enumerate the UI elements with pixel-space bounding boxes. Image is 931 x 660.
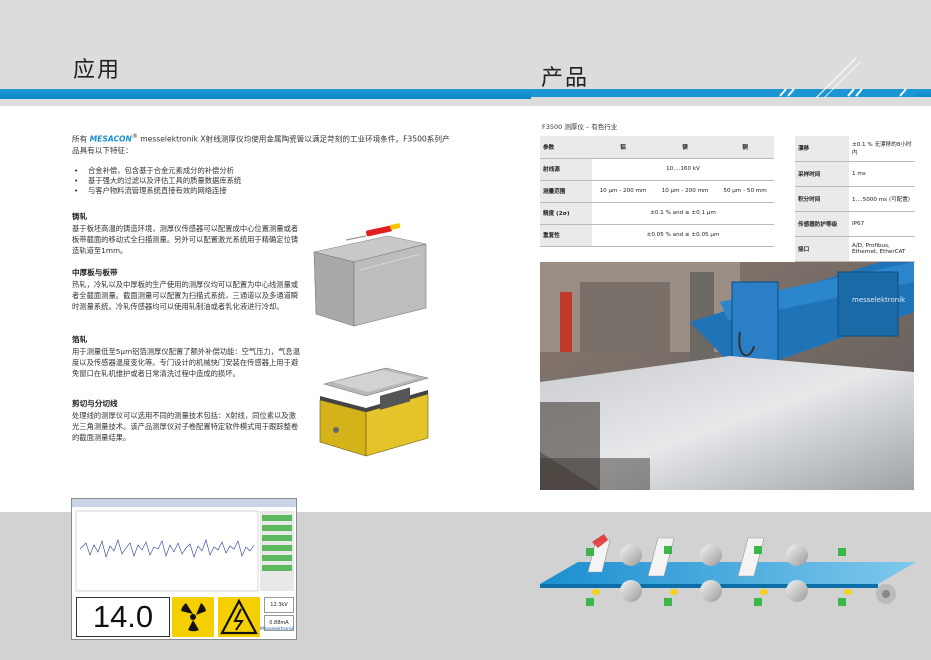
intro-prefix: 所有 xyxy=(72,134,88,144)
feature-item: 与客户物料流管理系统直接有效的网络连接 xyxy=(74,186,444,196)
foil-gauge-photo xyxy=(319,367,430,457)
warning-icons xyxy=(172,597,260,637)
table-row: 传感器防护等级 IP67 xyxy=(795,211,915,237)
row-label: 积分时间 xyxy=(795,186,849,212)
feature-item: 基于强大的过滤以及评估工具的质量数据库系统 xyxy=(74,176,444,186)
table-cell: ±0.1 % and ≥ ±0.1 μm xyxy=(592,202,774,225)
section-heading: 剪切与分切线 xyxy=(72,399,118,408)
signal-plot xyxy=(72,499,296,592)
thickness-readout: 14.0 xyxy=(76,597,170,637)
table-header: 铝 xyxy=(592,136,655,159)
section-body: 基于板坯高温的铸造环境，测厚仪传感器可以配置成中心位置测量或者板带截面的移动式全… xyxy=(72,224,299,255)
decorative-slashes xyxy=(779,57,907,98)
product-spec-block: F3500 测厚仪 – 有色行业 xyxy=(540,121,914,134)
table-cell: 50 μm - 50 mm xyxy=(716,180,774,203)
row-label: 精度 (2σ) xyxy=(540,202,592,225)
process-line-diagram xyxy=(540,534,916,606)
table-row: 接口 A/D, Profibus, Ethernet, EtherCAT xyxy=(795,236,915,262)
table-row: 采样时间 1 ms xyxy=(795,161,915,187)
table-cell: 1 ms xyxy=(849,161,915,187)
software-screenshot: 14.0 12.3kV 0.88mA Messelektronik xyxy=(71,498,297,640)
spec-table-general: 漂移 ±0.1 % 无漂移的8小时内 采样时间 1 ms 积分时间 1....5… xyxy=(795,136,915,262)
section-body: 处理线的测厚仪可以选用不同的测量技术包括：X射线，同位素以及激光三角测量技术。该… xyxy=(72,411,299,442)
table-cell: A/D, Profibus, Ethernet, EtherCAT xyxy=(849,236,915,262)
table-cell: 1....5000 ms (可配置) xyxy=(849,186,915,212)
table-header: 铜 xyxy=(716,136,774,159)
table-cell: IP67 xyxy=(849,211,915,237)
table-row: 漂移 ±0.1 % 无漂移的8小时内 xyxy=(795,136,915,162)
brand-mesacon: MESACON xyxy=(89,134,132,144)
row-label: 射线源 xyxy=(540,158,592,181)
table-row: 重复性 ±0.05 % and ≥ ±0.05 μm xyxy=(540,224,774,247)
table-cell: 10 μm - 200 mm xyxy=(654,180,717,203)
sensor-housing-photo xyxy=(313,223,427,327)
spec-table-materials: 参数 铝 镁 铜 射线源 10....160 kV 测量范围 10 μm - 2… xyxy=(540,136,774,247)
table-row: 射线源 10....160 kV xyxy=(540,158,774,181)
section-casting: 铸轧 基于板坯高温的铸造环境，测厚仪传感器可以配置成中心位置测量或者板带截面的移… xyxy=(72,211,300,256)
section-plate-strip: 中厚板与板带 热轧，冷轧以及中厚板的生产使用的测厚仪均可以配置为中心线测量或者全… xyxy=(72,267,300,312)
registered-mark: ® xyxy=(131,133,138,140)
table-title: F3500 测厚仪 – 有色行业 xyxy=(542,123,618,131)
section-body: 热轧，冷轧以及中厚板的生产使用的测厚仪均可以配置为中心线测量或者全截面测量。截面… xyxy=(72,280,299,311)
section-foil: 箔轧 用于测量低至5μm铝箔测厚仪配置了额外补偿功能：空气压力，气息温度以及传感… xyxy=(72,334,300,379)
feature-item: 合金补偿，包含基于合金元素成分的补偿分析 xyxy=(74,166,444,176)
section-heading: 铸轧 xyxy=(72,212,88,221)
row-label: 采样时间 xyxy=(795,161,849,187)
table-cell: 10....160 kV xyxy=(592,158,774,181)
row-label: 重复性 xyxy=(540,224,592,247)
section-cutting-lines: 剪切与分切线 处理线的测厚仪可以选用不同的测量技术包括：X射线，同位素以及激光三… xyxy=(72,398,300,443)
table-row: 精度 (2σ) ±0.1 % and ≥ ±0.1 μm xyxy=(540,202,774,225)
intro-paragraph: 所有 MESACON® messelektronik X射线测厚仪均使用金属陶瓷… xyxy=(72,131,450,156)
table-header: 镁 xyxy=(654,136,717,159)
table-cell: ±0.1 % 无漂移的8小时内 xyxy=(849,136,915,162)
table-cell: ±0.05 % and ≥ ±0.05 μm xyxy=(592,224,774,247)
table-cell: 10 μm - 200 mm xyxy=(592,180,655,203)
table-row: 测量范围 10 μm - 200 mm 10 μm - 200 mm 50 μm… xyxy=(540,180,774,203)
table-row: 积分时间 1....5000 ms (可配置) xyxy=(795,186,915,212)
rolling-mill-photo: messelektronik xyxy=(540,262,914,490)
voltage-value: 12.3kV xyxy=(264,597,294,613)
screenshot-logo: Messelektronik xyxy=(260,627,294,632)
section-body: 用于测量低至5μm铝箔测厚仪配置了额外补偿功能：空气压力，气息温度以及传感器温度… xyxy=(72,347,301,378)
row-label: 测量范围 xyxy=(540,180,592,203)
row-label: 传感器防护等级 xyxy=(795,211,849,237)
feature-list: 合金补偿，包含基于合金元素成分的补偿分析 基于强大的过滤以及评估工具的质量数据库… xyxy=(74,166,444,196)
table-header: 参数 xyxy=(540,136,592,159)
section-heading: 中厚板与板带 xyxy=(72,268,118,277)
row-label: 漂移 xyxy=(795,136,849,162)
left-page-title: 应用 xyxy=(73,58,122,83)
right-page-title: 产品 xyxy=(541,66,590,91)
gauge-brand-text: messelektronik xyxy=(852,296,906,304)
table-header-row: 参数 铝 镁 铜 xyxy=(540,136,774,159)
section-heading: 箔轧 xyxy=(72,335,88,344)
row-label: 接口 xyxy=(795,236,849,262)
